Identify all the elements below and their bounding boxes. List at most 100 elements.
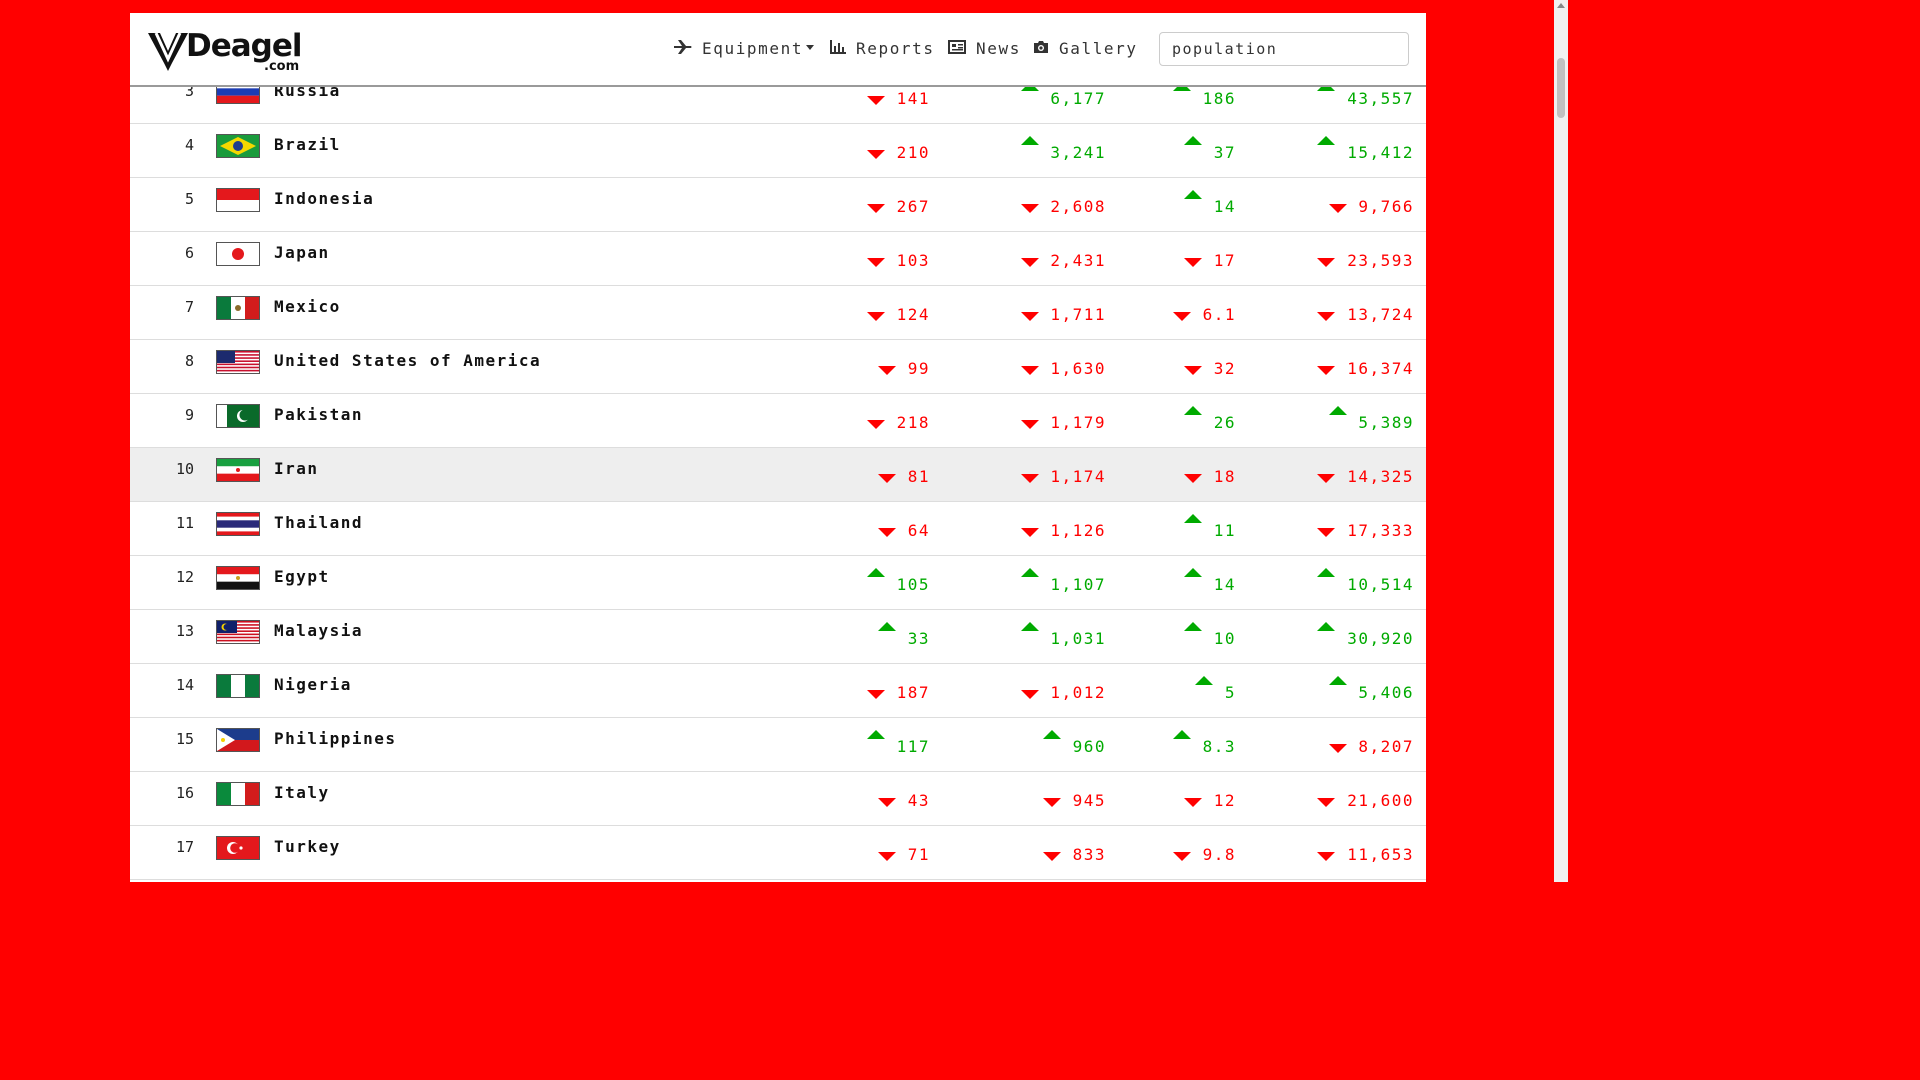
triangle-up-icon	[1020, 136, 1039, 145]
stat-value-col-4: 5,389	[1358, 413, 1414, 432]
table-row[interactable]: 11 Thailand 64 1,126 11 17,333	[130, 502, 1426, 556]
triangle-up-icon	[1183, 190, 1202, 199]
country-name-link[interactable]: Iran	[274, 459, 319, 478]
stat-value-col-3: 18	[1213, 467, 1236, 486]
scrollbar-thumb[interactable]	[1557, 58, 1565, 118]
stat-value-col-1: 81	[907, 467, 930, 486]
stat-value-col-2: 6,177	[1050, 89, 1106, 108]
triangle-down-icon	[877, 474, 896, 483]
indonesia-flag-icon	[216, 188, 260, 212]
stat-value-col-4: 9,766	[1358, 197, 1414, 216]
triangle-down-icon	[1317, 312, 1336, 321]
brazil-flag-icon	[216, 134, 260, 158]
stat-value-col-4: 17,333	[1347, 521, 1414, 540]
triangle-up-icon	[877, 622, 896, 631]
nav-equipment[interactable]: Equipment	[674, 39, 815, 58]
triangle-down-icon	[866, 96, 885, 105]
stat-value-col-1: 267	[896, 197, 930, 216]
table-row[interactable]: 15 Philippines 117 960 8.3 8,207	[130, 718, 1426, 772]
stat-value-col-3: 12	[1213, 791, 1236, 810]
country-name-link[interactable]: Nigeria	[274, 675, 352, 694]
country-name-link[interactable]: Pakistan	[274, 405, 363, 424]
table-row[interactable]: 14 Nigeria 187 1,012 5 5,406	[130, 664, 1426, 718]
nav-news[interactable]: News	[948, 39, 1021, 58]
stat-value-col-4: 16,374	[1347, 359, 1414, 378]
stat-value-col-2: 833	[1072, 845, 1106, 864]
country-name-link[interactable]: Thailand	[274, 513, 363, 532]
country-name-link[interactable]: Indonesia	[274, 189, 374, 208]
malaysia-flag-icon	[216, 620, 260, 644]
country-name-link[interactable]: Mexico	[274, 297, 341, 316]
main-panel: 3 Russia 141 6,177 186 43,557 4 Brazil 210 3,241 3…	[130, 13, 1426, 882]
table-row[interactable]: 6 Japan 103 2,431 17 23,593	[130, 232, 1426, 286]
rank-number: 5	[184, 190, 194, 208]
stat-value-col-1: 103	[896, 251, 930, 270]
triangle-down-icon	[877, 528, 896, 537]
table-row[interactable]: 13 Malaysia 33 1,031 10 30,920	[130, 610, 1426, 664]
country-name-link[interactable]: United States of America	[274, 351, 541, 370]
triangle-down-icon	[1183, 258, 1202, 267]
triangle-down-icon	[1317, 366, 1336, 375]
stat-value-col-2: 1,107	[1050, 575, 1106, 594]
stat-value-col-2: 3,241	[1050, 143, 1106, 162]
triangle-down-icon	[1020, 258, 1039, 267]
table-row[interactable]: 16 Italy 43 945 12 21,600	[130, 772, 1426, 826]
top-navbar: Deagel .com Equipment Reports News Galle…	[130, 13, 1426, 87]
stat-value-col-3: 14	[1213, 197, 1236, 216]
triangle-down-icon	[866, 690, 885, 699]
search-input[interactable]	[1159, 32, 1409, 66]
country-name-link[interactable]: Brazil	[274, 135, 341, 154]
italy-flag-icon	[216, 782, 260, 806]
deagel-logo[interactable]: Deagel .com	[146, 27, 306, 75]
stat-value-col-2: 1,012	[1050, 683, 1106, 702]
stat-value-col-1: 105	[896, 575, 930, 594]
triangle-down-icon	[1172, 852, 1191, 861]
country-name-link[interactable]: Egypt	[274, 567, 330, 586]
triangle-down-icon	[877, 366, 896, 375]
country-name-link[interactable]: Turkey	[274, 837, 341, 856]
triangle-down-icon	[1020, 420, 1039, 429]
table-row[interactable]: 7 Mexico 124 1,711 6.1 13,724	[130, 286, 1426, 340]
triangle-up-icon	[866, 730, 885, 739]
stat-value-col-1: 64	[907, 521, 930, 540]
nav-equipment-label: Equipment	[702, 39, 804, 58]
nav-reports[interactable]: Reports	[830, 39, 935, 58]
country-name-link[interactable]: Philippines	[274, 729, 396, 748]
stat-value-col-4: 15,412	[1347, 143, 1414, 162]
stat-value-col-2: 2,608	[1050, 197, 1106, 216]
table-row[interactable]: 10 Iran 81 1,174 18 14,325	[130, 448, 1426, 502]
pakistan-flag-icon	[216, 404, 260, 428]
table-row[interactable]: 5 Indonesia 267 2,608 14 9,766	[130, 178, 1426, 232]
stat-value-col-1: 141	[896, 89, 930, 108]
rank-number: 16	[175, 784, 194, 802]
stat-value-col-1: 117	[896, 737, 930, 756]
triangle-down-icon	[1317, 852, 1336, 861]
table-row[interactable]: 17 Turkey 71 833 9.8 11,653	[130, 826, 1426, 880]
triangle-down-icon	[1183, 366, 1202, 375]
triangle-down-icon	[1183, 798, 1202, 807]
stat-value-col-1: 187	[896, 683, 930, 702]
triangle-down-icon	[1317, 474, 1336, 483]
country-name-link[interactable]: Italy	[274, 783, 330, 802]
rank-number: 9	[184, 406, 194, 424]
scroll-up-arrow-icon[interactable]	[1557, 3, 1565, 8]
rank-number: 13	[175, 622, 194, 640]
table-row[interactable]: 4 Brazil 210 3,241 37 15,412	[130, 124, 1426, 178]
stat-value-col-3: 32	[1213, 359, 1236, 378]
nav-gallery[interactable]: Gallery	[1033, 39, 1138, 58]
japan-flag-icon	[216, 242, 260, 266]
stat-value-col-2: 960	[1072, 737, 1106, 756]
stat-value-col-4: 14,325	[1347, 467, 1414, 486]
stat-value-col-3: 186	[1202, 89, 1236, 108]
triangle-down-icon	[1020, 312, 1039, 321]
table-row[interactable]: 12 Egypt 105 1,107 14 10,514	[130, 556, 1426, 610]
triangle-down-icon	[1317, 798, 1336, 807]
country-name-link[interactable]: Malaysia	[274, 621, 363, 640]
country-name-link[interactable]: Japan	[274, 243, 330, 262]
table-row[interactable]: 8 United States of America 99 1,630 32 16,374	[130, 340, 1426, 394]
nav-news-label: News	[976, 39, 1021, 58]
stat-value-col-3: 9.8	[1202, 845, 1236, 864]
table-row[interactable]: 9 Pakistan 218 1,179 26 5,389	[130, 394, 1426, 448]
vertical-scrollbar[interactable]	[1554, 0, 1568, 882]
triangle-down-icon	[866, 420, 885, 429]
